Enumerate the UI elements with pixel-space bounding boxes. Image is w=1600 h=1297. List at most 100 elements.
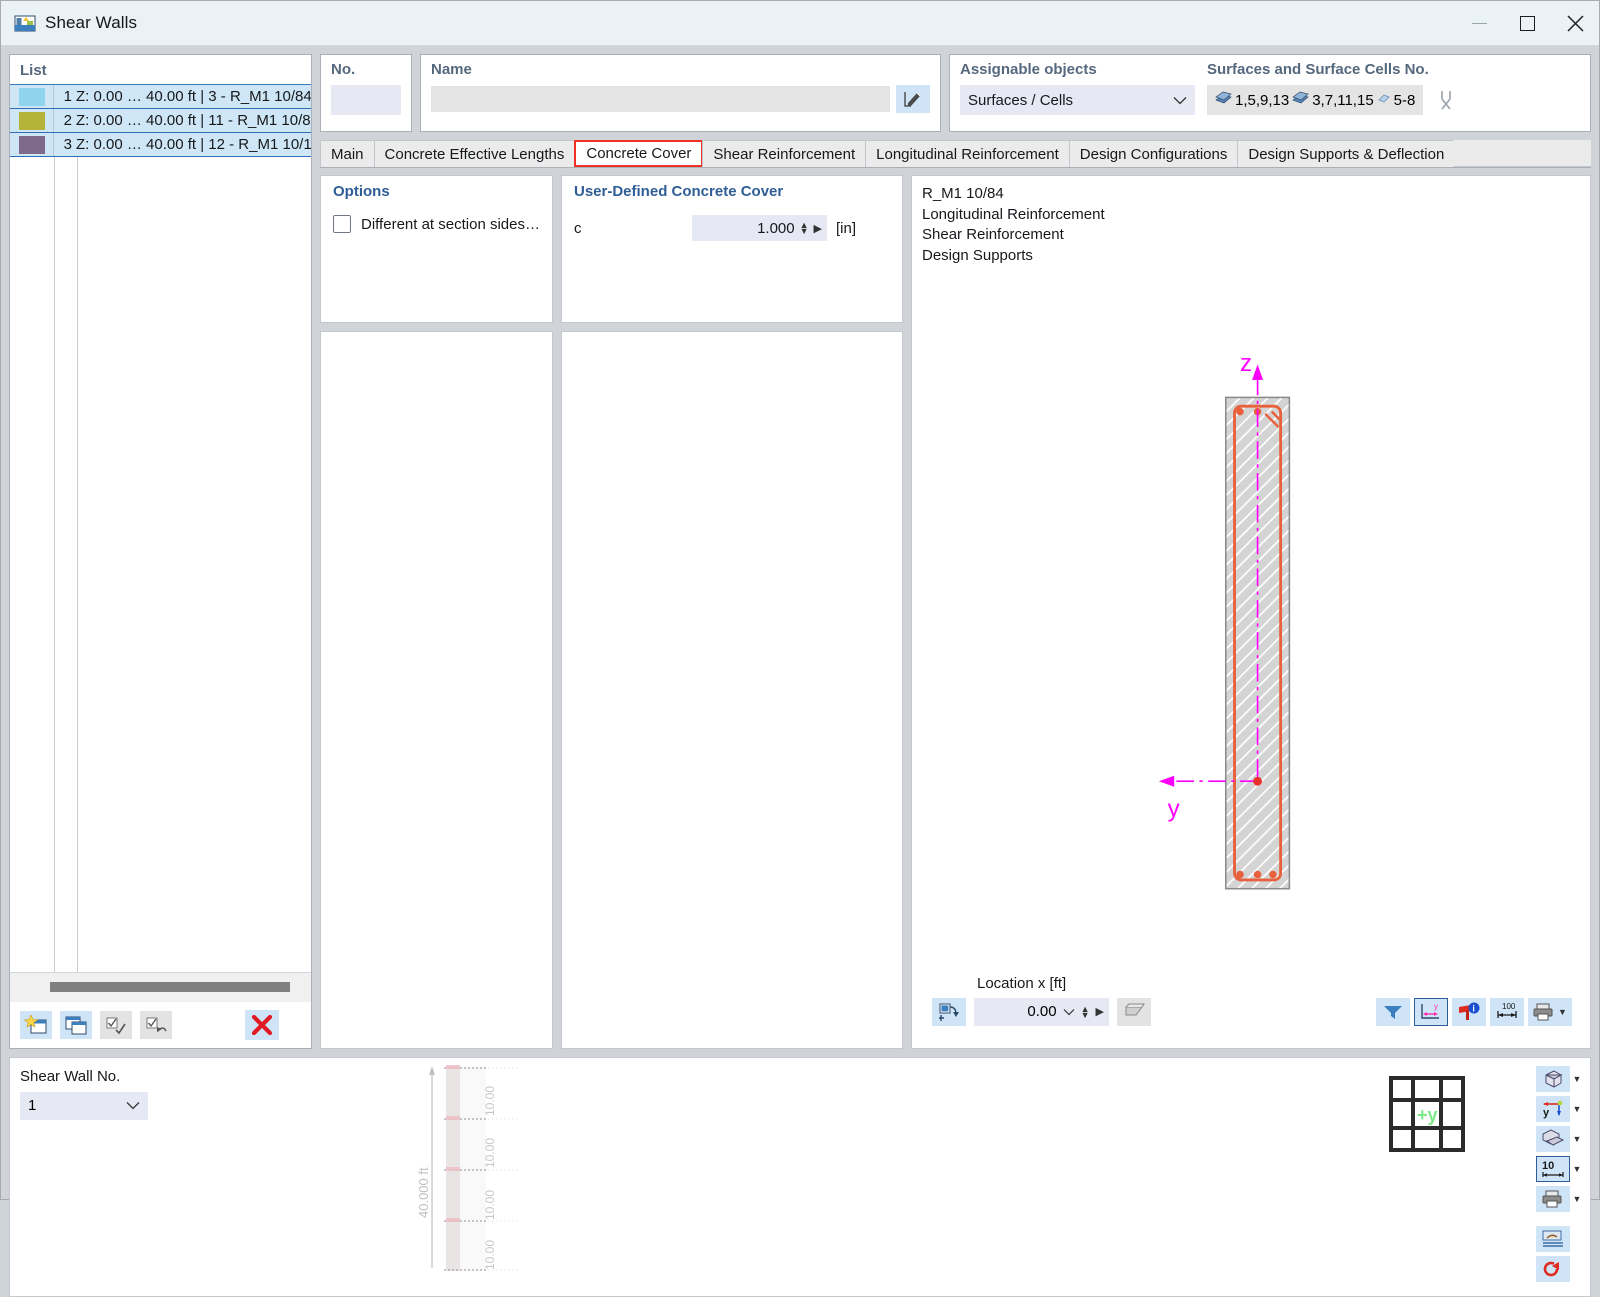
assignable-objects-card: Assignable objects Surfaces / Cells Surf…	[949, 54, 1591, 132]
list-item-label: Z: 0.00 … 40.00 ft | 12 - R_M1 10/15	[76, 136, 311, 153]
mini-axes-widget[interactable]: +y	[1389, 1075, 1465, 1152]
axis-y-arrow	[1158, 775, 1175, 787]
chevron-down-icon[interactable]: ▼	[1572, 1194, 1582, 1204]
section-cut-icon[interactable]	[1117, 997, 1151, 1026]
concrete-cover-title: User-Defined Concrete Cover	[574, 183, 784, 200]
surface-icon	[1292, 91, 1309, 109]
chevron-down-icon[interactable]	[1063, 1003, 1075, 1020]
spinner-arrows-icon[interactable]: ▲ ▼	[800, 221, 809, 236]
scrollbar-thumb[interactable]	[50, 982, 290, 993]
segment-dimension-label: 10.00	[483, 1138, 497, 1168]
chevron-down-icon[interactable]: ▼	[1558, 1007, 1567, 1017]
edit-name-icon[interactable]	[896, 85, 930, 113]
no-input[interactable]	[331, 85, 401, 115]
minimize-icon[interactable]	[1455, 1, 1503, 46]
list-item[interactable]: 3 Z: 0.00 … 40.00 ft | 12 - R_M1 10/15	[10, 133, 311, 157]
view-direction-icon[interactable]: y	[1536, 1095, 1570, 1122]
svg-text:i: i	[1472, 1003, 1475, 1013]
location-x-label: Location x [ft]	[977, 974, 1067, 992]
section-location-icon[interactable]	[932, 997, 966, 1026]
pick-objects-icon[interactable]	[1429, 85, 1464, 115]
surfaces-value-3: 5-8	[1393, 91, 1416, 109]
tab-concrete-cover[interactable]: Concrete Cover	[574, 140, 704, 167]
surfaces-value-2: 3,7,11,15	[1312, 91, 1374, 109]
spinner-arrows-icon[interactable]: ▲ ▼	[1081, 1004, 1090, 1019]
section-info: R_M1 10/84 Longitudinal Reinforcement Sh…	[922, 184, 1580, 266]
new-item-icon[interactable]	[20, 1010, 52, 1039]
view-toolbar: ▼ y ▼ ▼ 10 ▼ ▼	[1536, 1065, 1582, 1282]
wall-elevation-drawing: 40.000 ft 10.00 10.00 10.00 10.00	[410, 1058, 530, 1288]
options-card: Options Different at section sides…	[320, 175, 553, 323]
close-icon[interactable]	[1551, 1, 1599, 46]
axis-z-arrow	[1252, 364, 1264, 380]
surfaces-input[interactable]: 1,5,9,13 3,7,11,15 5-8	[1207, 85, 1424, 115]
color-swatch	[18, 135, 45, 154]
empty-panel-left	[320, 331, 553, 1049]
shear-wall-no-select[interactable]: 1	[20, 1091, 148, 1120]
right-region: No. Name Assignable objects Surfaces / C…	[320, 54, 1591, 1049]
different-at-section-sides-checkbox[interactable]	[333, 215, 351, 233]
name-label: Name	[431, 61, 472, 78]
check-all-icon[interactable]	[100, 1010, 132, 1039]
location-x-input[interactable]: 0.00 ▲ ▼ ▶	[974, 997, 1109, 1026]
concrete-cover-input[interactable]: 1.000 ▲ ▼ ▶	[692, 215, 827, 241]
chevron-down-icon[interactable]: ▼	[1572, 1074, 1582, 1084]
window-title: Shear Walls	[45, 13, 138, 32]
assignable-objects-select[interactable]: Surfaces / Cells	[960, 85, 1195, 115]
options-title: Options	[333, 183, 390, 200]
chevron-down-icon[interactable]: ▼	[1572, 1104, 1582, 1114]
snapshot-icon[interactable]	[1536, 1225, 1570, 1252]
origin-point	[1253, 776, 1262, 786]
axes-display-icon[interactable]: y	[1414, 997, 1448, 1026]
scale-icon[interactable]: 10	[1536, 1155, 1570, 1182]
model-view-panel[interactable]: Shear Wall No. 1 40.000 ft 10.00 10.00 1…	[9, 1056, 1591, 1297]
header-fields-row: No. Name Assignable objects Surfaces / C…	[320, 54, 1591, 132]
reset-view-icon[interactable]	[1536, 1255, 1570, 1282]
chevron-down-icon[interactable]: ▼	[1572, 1164, 1582, 1174]
list-item[interactable]: 1 Z: 0.00 … 40.00 ft | 3 - R_M1 10/84	[10, 85, 311, 109]
rebar-dot	[1236, 407, 1244, 416]
print-icon[interactable]: ▼	[1528, 997, 1572, 1026]
tab-content: Options Different at section sides… User…	[320, 168, 1591, 1049]
section-drawing[interactable]: z y	[922, 266, 1580, 972]
empty-panel-right	[561, 331, 903, 1049]
info-icon[interactable]: i	[1452, 997, 1486, 1026]
isometric-view-icon[interactable]	[1536, 1065, 1570, 1092]
invert-selection-icon[interactable]	[140, 1010, 172, 1039]
view-tool-row: ▼	[1536, 1125, 1582, 1152]
window-controls	[1455, 1, 1599, 46]
view-tool-row: y ▼	[1536, 1095, 1582, 1122]
spinner-more-icon[interactable]: ▶	[814, 222, 822, 235]
different-at-section-sides-row[interactable]: Different at section sides…	[333, 215, 540, 233]
print-view-icon[interactable]	[1536, 1185, 1570, 1212]
delete-icon[interactable]	[245, 1009, 279, 1040]
surfaces-row: 1,5,9,13 3,7,11,15 5-8	[1207, 85, 1582, 115]
filter-icon[interactable]	[1376, 997, 1410, 1026]
list-item[interactable]: 2 Z: 0.00 … 40.00 ft | 11 - R_M1 10/84	[10, 109, 311, 133]
chevron-down-icon[interactable]: ▼	[1572, 1134, 1582, 1144]
tab-design-configurations[interactable]: Design Configurations	[1068, 140, 1239, 167]
tab-concrete-effective-lengths[interactable]: Concrete Effective Lengths	[373, 140, 576, 167]
list-item-color	[10, 109, 54, 132]
tab-design-supports-deflection[interactable]: Design Supports & Deflection	[1237, 140, 1456, 167]
segment-dimension-label: 10.00	[483, 1190, 497, 1220]
render-mode-icon[interactable]	[1536, 1125, 1570, 1152]
maximize-icon[interactable]	[1503, 1, 1551, 46]
dimensions-icon[interactable]: 100	[1490, 997, 1524, 1026]
list-body: 1 Z: 0.00 … 40.00 ft | 3 - R_M1 10/84 2 …	[10, 85, 311, 972]
name-row	[431, 85, 930, 113]
no-label: No.	[331, 61, 356, 78]
name-input[interactable]	[431, 86, 890, 112]
segment-dimension-label: 10.00	[483, 1240, 497, 1270]
copy-item-icon[interactable]	[60, 1010, 92, 1039]
list-item-label: Z: 0.00 … 40.00 ft | 11 - R_M1 10/84	[76, 112, 311, 129]
spinner-more-icon[interactable]: ▶	[1096, 1005, 1104, 1018]
list-toolbar	[10, 1001, 311, 1048]
tab-longitudinal-reinforcement[interactable]: Longitudinal Reinforcement	[865, 140, 1070, 167]
list-item-color	[10, 85, 54, 108]
tab-shear-reinforcement[interactable]: Shear Reinforcement	[702, 140, 867, 167]
total-dimension-label: 40.000 ft	[416, 1167, 431, 1218]
list-horizontal-scrollbar[interactable]	[10, 971, 311, 1002]
tab-main[interactable]: Main	[320, 140, 375, 167]
list-item-number: 1	[63, 88, 72, 105]
